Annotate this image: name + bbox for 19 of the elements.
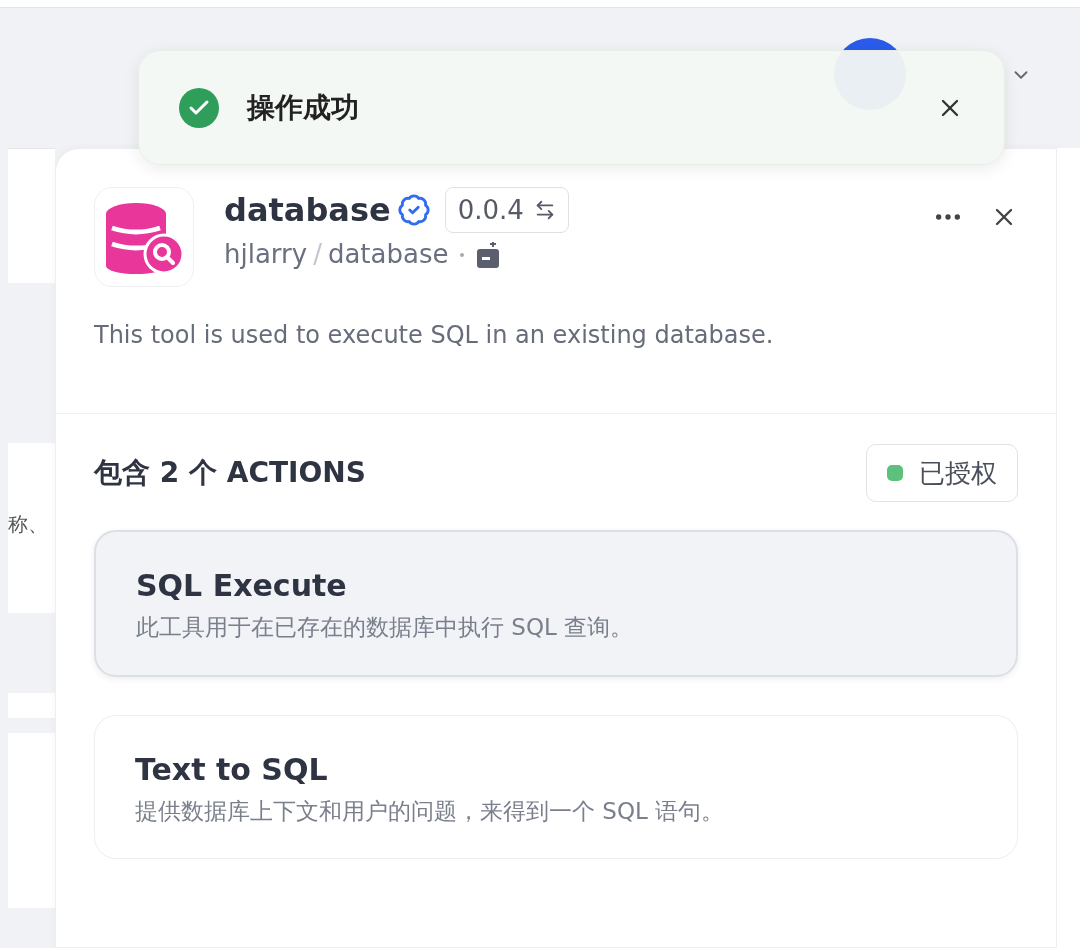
plugin-description: This tool is used to execute SQL in an existing database. [94, 320, 775, 351]
plugin-name: database [224, 190, 391, 231]
action-description: 提供数据库上下文和用户的问题，来得到一个 SQL 语句。 [135, 796, 726, 826]
action-title: SQL Execute [136, 567, 348, 605]
action-title: Text to SQL [135, 750, 329, 789]
repo-name: database [327, 238, 449, 271]
version-chip[interactable]: 0.0.4 [444, 187, 569, 233]
section-title: 包含 2 个 ACTIONS [94, 455, 366, 491]
action-card[interactable]: Text to SQL 提供数据库上下文和用户的问题，来得到一个 SQL 语句。 [94, 714, 1018, 859]
background-text: 称、 [8, 511, 48, 538]
action-description: 此工具用于在已存在的数据库中执行 SQL 查询。 [136, 613, 635, 642]
author-name: hjlarry [224, 238, 308, 271]
plugin-type-icon [476, 240, 501, 269]
database-icon [94, 187, 194, 287]
status-label: 已授权 [919, 456, 997, 490]
action-card[interactable]: SQL Execute 此工具用于在已存在的数据库中执行 SQL 查询。 [94, 530, 1018, 677]
success-icon [179, 87, 219, 128]
toast-message: 操作成功 [247, 89, 359, 126]
path-separator: / [313, 238, 322, 271]
